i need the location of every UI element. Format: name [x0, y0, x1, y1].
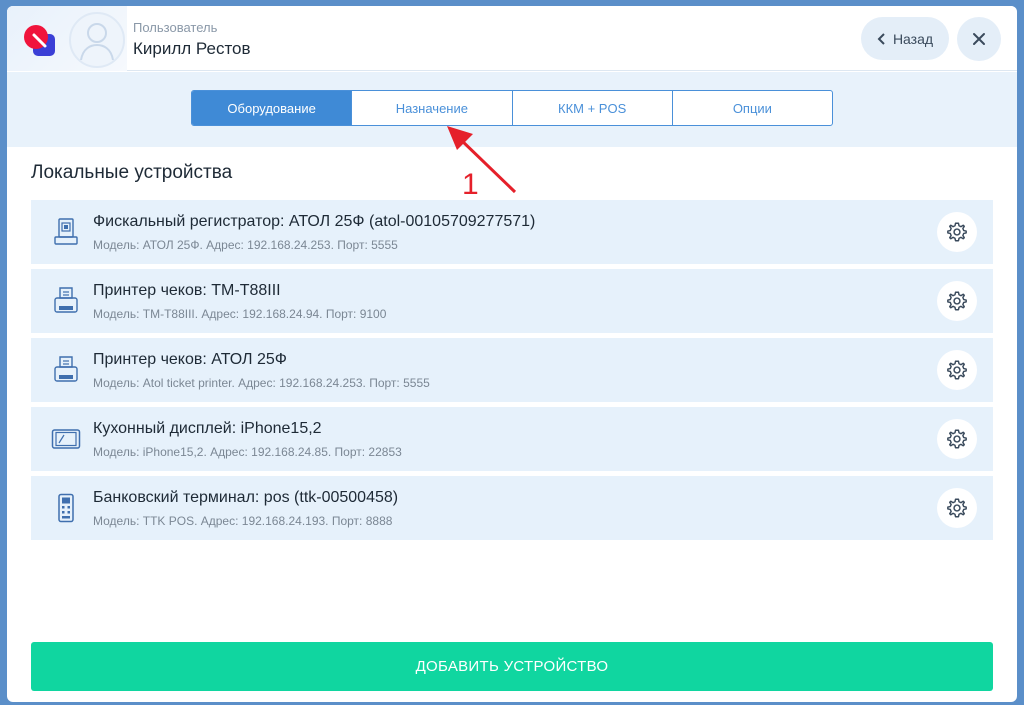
gear-icon — [947, 222, 967, 242]
device-meta: Модель: TTK POS. Адрес: 192.168.24.193. … — [93, 514, 393, 528]
device-meta: Модель: Atol ticket printer. Адрес: 192.… — [93, 376, 430, 390]
tab-assignment[interactable]: Назначение — [352, 91, 513, 125]
device-settings-button[interactable] — [937, 419, 977, 459]
bank-terminal-icon — [58, 493, 74, 523]
device-row[interactable]: Принтер чеков: TM-T88III Модель: TM-T88I… — [31, 269, 993, 333]
annotation-number: 1 — [462, 168, 479, 201]
section-title: Локальные устройства — [31, 162, 233, 183]
add-device-button[interactable]: ДОБАВИТЬ УСТРОЙСТВО — [31, 642, 993, 691]
gear-icon — [947, 498, 967, 518]
back-button[interactable]: Назад — [861, 17, 949, 60]
close-icon — [973, 33, 985, 45]
user-role-label: Пользователь — [133, 20, 218, 35]
device-settings-button[interactable] — [937, 350, 977, 390]
device-title: Кухонный дисплей: iPhone15,2 — [93, 420, 322, 437]
user-name: Кирилл Рестов — [133, 39, 251, 58]
gear-icon — [947, 360, 967, 380]
fiscal-register-icon — [54, 218, 78, 245]
tab-equipment[interactable]: Оборудование — [192, 91, 353, 125]
device-row[interactable]: Принтер чеков: АТОЛ 25Ф Модель: Atol tic… — [31, 338, 993, 402]
close-button[interactable] — [957, 17, 1001, 61]
device-title: Банковский терминал: pos (ttk-00500458) — [93, 489, 399, 506]
receipt-printer-icon — [54, 287, 78, 313]
avatar — [69, 12, 125, 68]
tab-kkm-pos[interactable]: ККМ + POS — [513, 91, 673, 125]
header: Пользователь Кирилл Рестов Назад — [7, 6, 1017, 71]
device-row[interactable]: Банковский терминал: pos (ttk-00500458) … — [31, 476, 993, 540]
chevron-left-icon — [877, 32, 885, 45]
device-title: Фискальный регистратор: АТОЛ 25Ф (atol-0… — [93, 213, 536, 230]
gear-icon — [947, 291, 967, 311]
device-settings-button[interactable] — [937, 488, 977, 528]
tab-bar: Оборудование Назначение ККМ + POS Опции — [191, 90, 833, 126]
app-logo-icon — [24, 25, 55, 56]
device-meta: Модель: iPhone15,2. Адрес: 192.168.24.85… — [93, 445, 402, 459]
device-settings-button[interactable] — [937, 212, 977, 252]
user-silhouette-icon — [80, 23, 114, 61]
device-title: Принтер чеков: АТОЛ 25Ф — [93, 351, 287, 368]
kitchen-display-icon — [51, 429, 81, 449]
device-title: Принтер чеков: TM-T88III — [93, 282, 281, 299]
device-meta: Модель: АТОЛ 25Ф. Адрес: 192.168.24.253.… — [93, 238, 398, 252]
device-meta: Модель: TM-T88III. Адрес: 192.168.24.94.… — [93, 307, 387, 321]
tab-options[interactable]: Опции — [673, 91, 832, 125]
tabs-band: Оборудование Назначение ККМ + POS Опции — [7, 72, 1017, 147]
device-row[interactable]: Кухонный дисплей: iPhone15,2 Модель: iPh… — [31, 407, 993, 471]
device-list: Фискальный регистратор: АТОЛ 25Ф (atol-0… — [31, 200, 993, 545]
gear-icon — [947, 429, 967, 449]
receipt-printer-icon — [54, 356, 78, 382]
back-button-label: Назад — [892, 30, 934, 47]
device-row[interactable]: Фискальный регистратор: АТОЛ 25Ф (atol-0… — [31, 200, 993, 264]
device-settings-button[interactable] — [937, 281, 977, 321]
modal-window: Пользователь Кирилл Рестов Назад Оборудо… — [7, 6, 1017, 702]
